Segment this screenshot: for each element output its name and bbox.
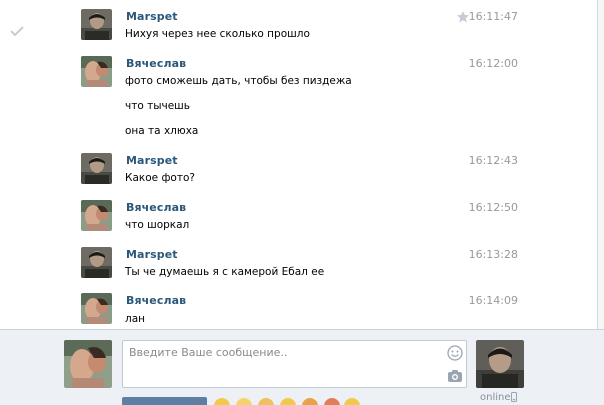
message-time[interactable]: 16:13:28 [469,248,518,261]
message-author[interactable]: Вячеслав [126,57,186,70]
composer-panel: online [0,329,604,405]
emoji-icon[interactable] [302,398,318,405]
message-group: Вячеслав 16:14:09 лан [0,293,597,328]
avatar[interactable] [81,293,112,324]
message-input[interactable] [129,346,439,382]
avatar[interactable] [81,9,112,40]
emoji-icon[interactable] [214,398,230,405]
phone-icon [511,392,517,402]
message-author[interactable]: Marspet [126,10,178,23]
message-author[interactable]: Marspet [126,248,178,261]
send-button[interactable] [122,397,207,405]
message-group: Marspet 16:12:43 Какое фото? [0,153,597,188]
message-group: Вячеслав 16:12:50 что шоркал [0,200,597,235]
message-author[interactable]: Вячеслав [126,201,186,214]
scrollbar-track[interactable] [598,0,604,330]
online-status: online [480,392,511,403]
emoji-icon[interactable] [344,398,360,405]
message-text: Ты че думаешь я с камерой Ебал ее [125,266,325,278]
message-time[interactable]: 16:14:09 [469,294,518,307]
avatar[interactable] [81,56,112,87]
emoji-icon[interactable] [236,398,252,405]
peer-avatar[interactable] [476,340,524,388]
check-icon [10,26,24,37]
my-avatar[interactable] [64,340,112,388]
smile-icon[interactable] [447,345,463,361]
message-text: Какое фото? [125,172,195,184]
message-group: Вячеслав 16:12:00 фото сможешь дать, что… [0,56,597,141]
message-text: она та хлюха [125,125,199,137]
avatar[interactable] [81,200,112,231]
avatar[interactable] [81,153,112,184]
message-input-box[interactable] [122,340,467,388]
message-time[interactable]: 16:12:50 [469,201,518,214]
message-time[interactable]: 16:12:00 [469,57,518,70]
emoji-icon[interactable] [280,398,296,405]
camera-icon[interactable] [447,369,463,383]
emoji-icon[interactable] [324,398,340,405]
message-author[interactable]: Marspet [126,154,178,167]
message-group: Marspet 16:13:28 Ты че думаешь я с камер… [0,247,597,282]
message-text: Нихуя через нее сколько прошло [125,28,310,40]
message-text: лан [125,313,146,325]
message-text: что тычешь [125,100,190,112]
message-list: Marspet 16:11:47 Нихуя через нее сколько… [0,0,597,330]
message-text: фото сможешь дать, чтобы без пиздежа [125,75,352,87]
dialog-window: Marspet 16:11:47 Нихуя через нее сколько… [0,0,604,405]
message-time[interactable]: 16:11:47 [469,10,518,23]
emoji-icon[interactable] [258,398,274,405]
message-time[interactable]: 16:12:43 [469,154,518,167]
message-author[interactable]: Вячеслав [126,294,186,307]
message-text: что шоркал [125,219,190,231]
message-group: Marspet 16:11:47 Нихуя через нее сколько… [0,9,597,44]
avatar[interactable] [81,247,112,278]
